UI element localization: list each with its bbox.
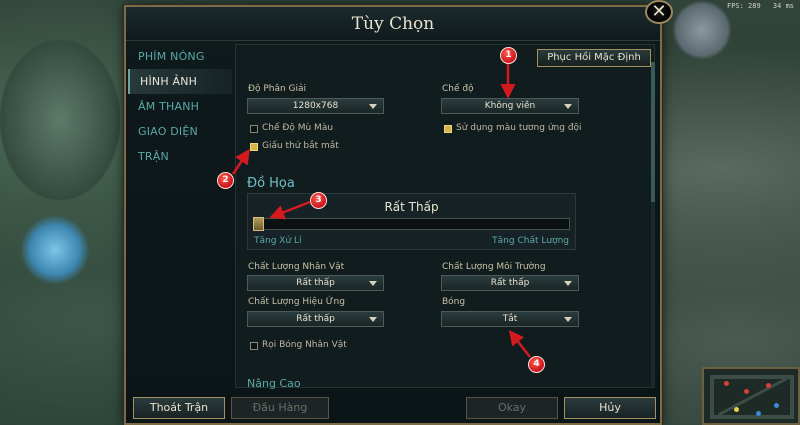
annotation-marker-3: 3 [310,192,327,209]
annotation-arrows [231,64,531,358]
arrow-2 [231,148,250,175]
annotation-marker-4: 4 [528,356,545,373]
arrow-3 [269,200,311,220]
annotation-marker-1: 1 [500,47,517,64]
arrow-4 [508,330,531,358]
annotation-marker-2: 2 [217,172,234,189]
